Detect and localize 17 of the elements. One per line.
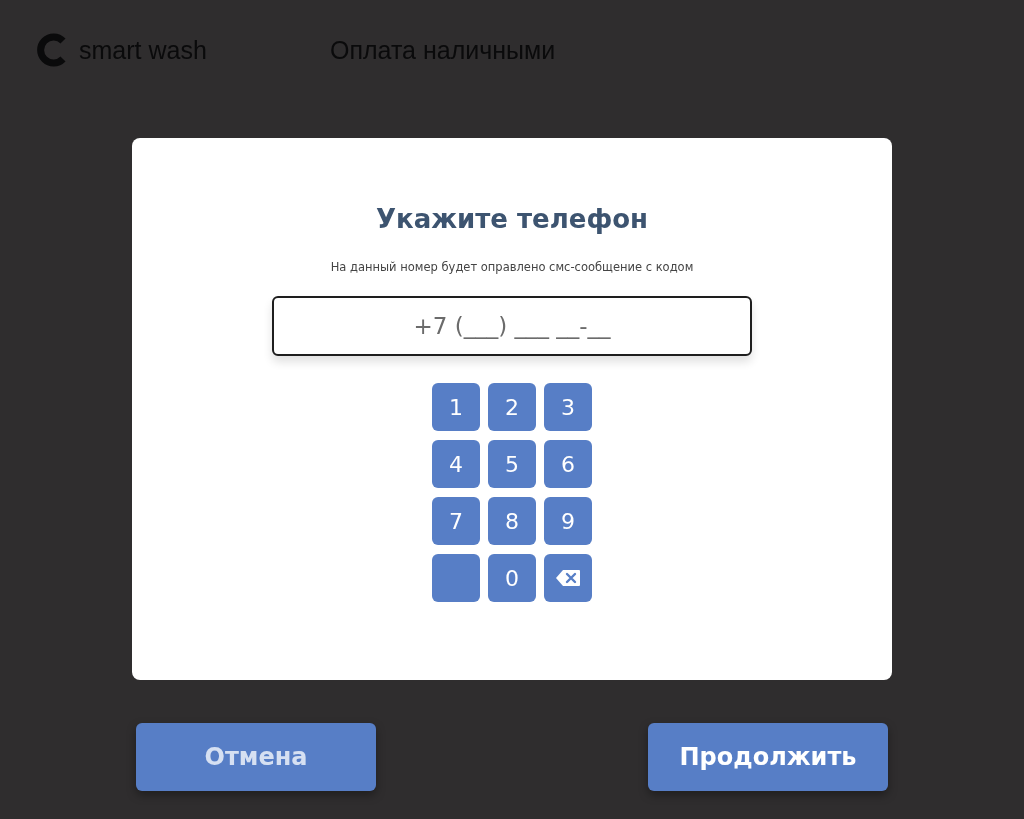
dialog-title: Укажите телефон <box>375 204 649 234</box>
cancel-button[interactable]: Отмена <box>136 723 376 791</box>
keypad-key[interactable]: 4 <box>432 440 480 488</box>
keypad-key[interactable]: 6 <box>544 440 592 488</box>
backspace-icon <box>555 569 581 587</box>
backspace-button[interactable] <box>544 554 592 602</box>
keypad-key[interactable]: 9 <box>544 497 592 545</box>
keypad-key[interactable]: 0 <box>488 554 536 602</box>
continue-button[interactable]: Продолжить <box>648 723 888 791</box>
keypad-key[interactable]: 5 <box>488 440 536 488</box>
keypad-key[interactable]: 7 <box>432 497 480 545</box>
keypad-key[interactable]: 3 <box>544 383 592 431</box>
phone-field[interactable]: +7 (___) ___ __-__ <box>272 296 752 356</box>
keypad-key[interactable]: 2 <box>488 383 536 431</box>
dialog-subtitle: На данный номер будет оправлено смс-сообщение с кодом <box>330 260 694 274</box>
keypad-key[interactable]: 8 <box>488 497 536 545</box>
keypad-key[interactable]: 1 <box>432 383 480 431</box>
